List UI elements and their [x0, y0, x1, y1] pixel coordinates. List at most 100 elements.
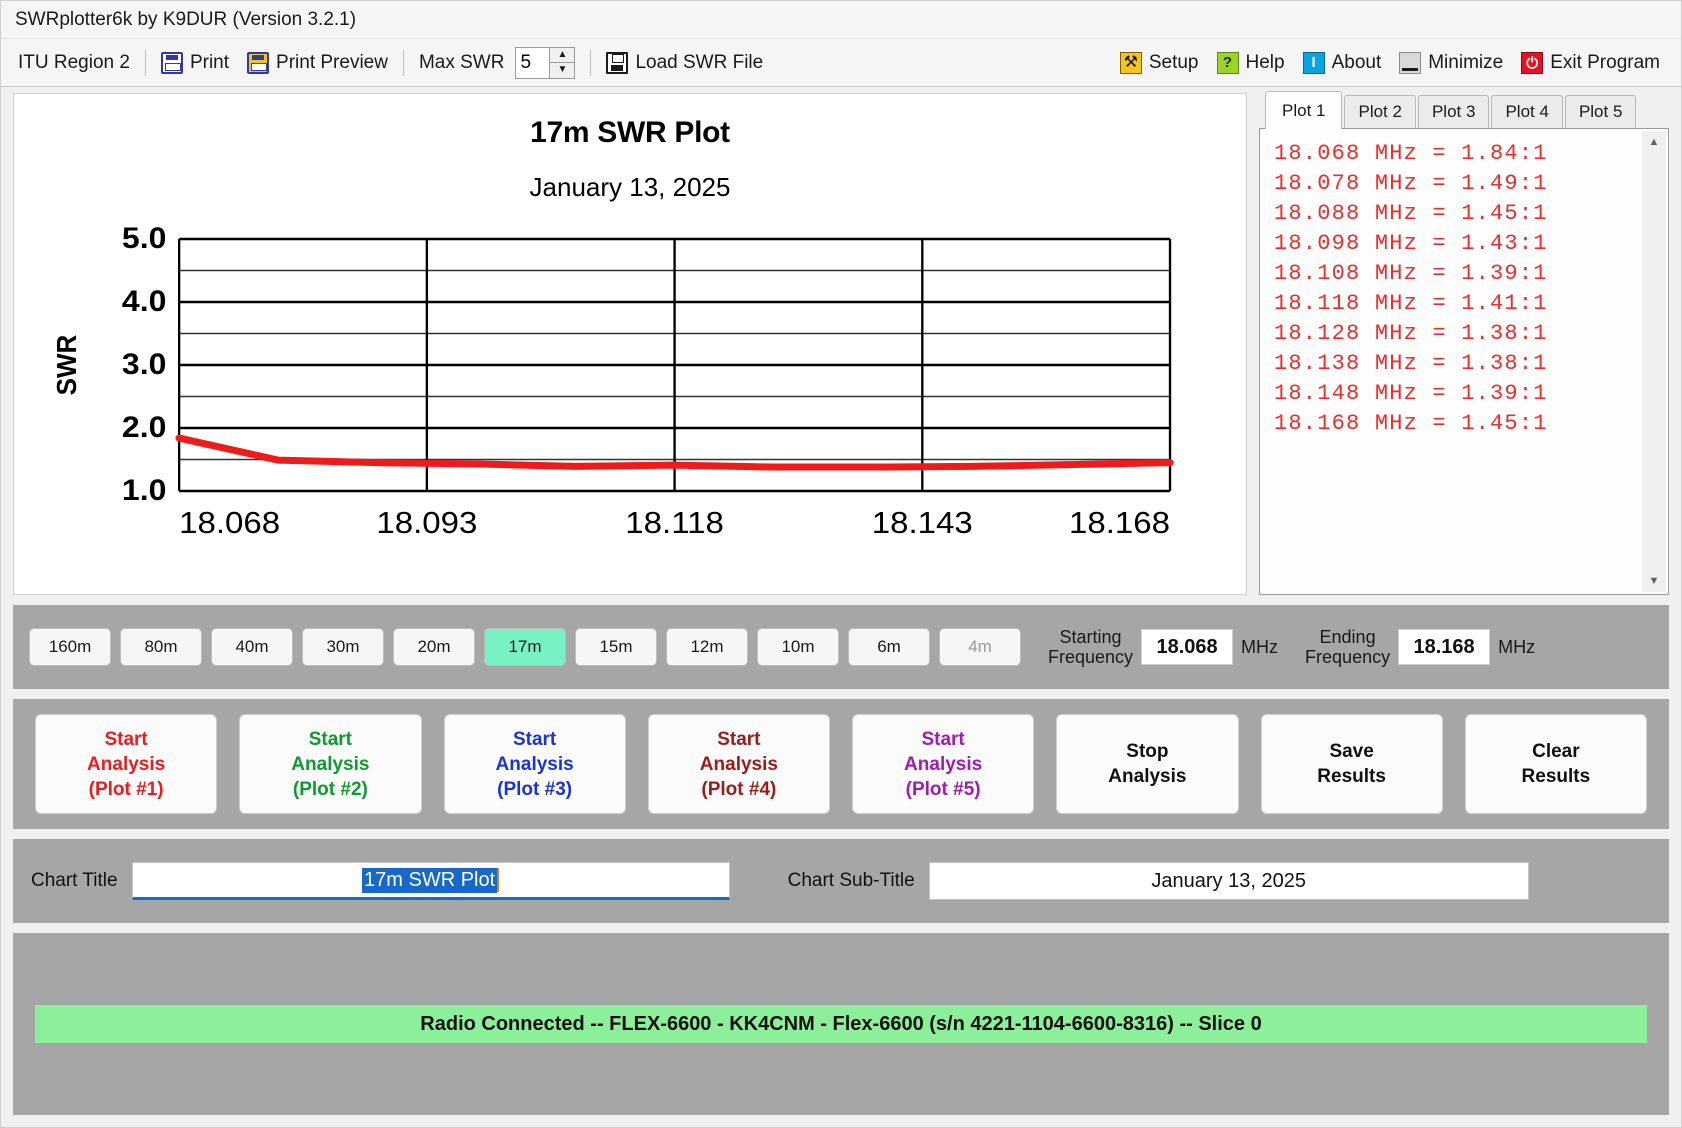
result-line: 18.118 MHz = 1.41:1	[1274, 291, 1548, 316]
plot-tab-4[interactable]: Plot 4	[1491, 95, 1563, 129]
band-button-6m[interactable]: 6m	[848, 628, 930, 666]
button-line: Analysis	[1108, 766, 1187, 787]
band-button-160m[interactable]: 160m	[29, 628, 111, 666]
results-list-box[interactable]: 18.068 MHz = 1.84:1 18.078 MHz = 1.49:1 18…	[1259, 128, 1669, 595]
plot-tab-2[interactable]: Plot 2	[1344, 95, 1416, 129]
help-button[interactable]: Help	[1208, 49, 1294, 77]
chart-xtick-label: 18.068	[179, 505, 280, 540]
chart-ytick-label: 5.0	[122, 221, 166, 255]
button-line: Save	[1329, 741, 1374, 762]
printer-icon	[160, 51, 183, 74]
max-swr-group: Max SWR ▲ ▼	[410, 44, 585, 82]
ending-frequency-input[interactable]: 18.168	[1398, 629, 1491, 665]
load-swr-file-button[interactable]: Load SWR File	[597, 49, 772, 77]
minimize-button[interactable]: Minimize	[1390, 49, 1512, 77]
max-swr-spin-buttons[interactable]: ▲ ▼	[549, 46, 576, 79]
chart-title-label: Chart Title	[31, 870, 118, 891]
start-analysis-plot-4-button[interactable]: Start Analysis (Plot #4)	[647, 714, 830, 814]
result-line: 18.128 MHz = 1.38:1	[1274, 321, 1548, 346]
start-analysis-plot-5-button[interactable]: Start Analysis (Plot #5)	[852, 714, 1035, 814]
button-line: Analysis	[87, 753, 166, 775]
button-line: Results	[1521, 766, 1591, 787]
chart-plot-area: 1.0 2.0 3.0 4.0 5.0 18.068 18.093 18.118 18.143 1…	[14, 221, 1186, 551]
exit-program-button[interactable]: Exit Program	[1512, 49, 1669, 77]
button-line: Start	[512, 728, 557, 750]
button-line: Stop	[1126, 741, 1169, 762]
chart-title: 17m SWR Plot	[530, 116, 730, 149]
ending-frequency-label: Ending Frequency	[1305, 627, 1390, 667]
main-content: 17m SWR Plot January 13, 2025 1.0 2.0 3.0 4…	[1, 87, 1681, 1127]
starting-frequency-label-line1: Starting	[1059, 627, 1122, 647]
button-line: Start	[308, 728, 353, 750]
band-button-10m[interactable]: 10m	[757, 628, 839, 666]
band-button-17m[interactable]: 17m	[484, 628, 566, 666]
start-analysis-plot-3-button[interactable]: Start Analysis (Plot #3)	[443, 714, 626, 814]
band-button-12m[interactable]: 12m	[666, 628, 748, 666]
chart-subtitle-label: Chart Sub-Title	[787, 870, 915, 891]
max-swr-input[interactable]	[515, 46, 550, 79]
result-line: 18.148 MHz = 1.39:1	[1274, 381, 1548, 406]
max-swr-stepper[interactable]: ▲ ▼	[515, 46, 576, 79]
band-button-40m[interactable]: 40m	[211, 628, 293, 666]
button-line: Clear	[1532, 741, 1580, 762]
starting-frequency-label: Starting Frequency	[1048, 627, 1133, 667]
plot-tab-1[interactable]: Plot 1	[1265, 91, 1343, 129]
results-scrollbar[interactable]: ▲ ▼	[1642, 131, 1666, 592]
help-label: Help	[1245, 51, 1285, 73]
band-button-80m[interactable]: 80m	[120, 628, 202, 666]
button-line: Start	[921, 728, 965, 750]
about-button[interactable]: About	[1294, 49, 1391, 77]
button-line: (Plot #4)	[701, 778, 777, 800]
about-label: About	[1331, 51, 1382, 73]
window-title-bar: SWRplotter6k by K9DUR (Version 3.2.1)	[1, 1, 1681, 39]
plot-tab-5[interactable]: Plot 5	[1564, 95, 1637, 129]
button-line: Analysis	[699, 753, 778, 775]
print-preview-button[interactable]: Print Preview	[238, 49, 397, 77]
save-results-button[interactable]: Save Results	[1260, 714, 1443, 814]
load-swr-file-label: Load SWR File	[635, 51, 764, 73]
chart-ylabel: SWR	[51, 335, 82, 396]
stop-analysis-button[interactable]: Stop Analysis	[1056, 714, 1239, 814]
scroll-up-icon[interactable]: ▲	[1643, 131, 1665, 153]
button-line: (Plot #1)	[88, 778, 164, 800]
text-caret	[497, 868, 500, 892]
result-line: 18.108 MHz = 1.39:1	[1274, 261, 1548, 286]
print-preview-label: Print Preview	[276, 51, 388, 73]
band-button-20m[interactable]: 20m	[393, 628, 475, 666]
scroll-down-icon[interactable]: ▼	[1643, 570, 1665, 592]
minimize-label: Minimize	[1428, 51, 1504, 73]
chart-title-input[interactable]: 17m SWR Plot	[131, 862, 730, 900]
minimize-icon	[1399, 51, 1422, 74]
button-line: (Plot #3)	[497, 778, 573, 800]
starting-frequency-label-line2: Frequency	[1048, 647, 1134, 667]
band-button-group: 160m 80m 40m 30m 20m 17m 15m 12m 10m 6m 4m	[29, 628, 1021, 666]
question-mark-icon	[1216, 51, 1239, 74]
chart-subtitle-input[interactable]: January 13, 2025	[928, 862, 1529, 900]
action-button-bar: Start Analysis (Plot #1) Start Analysis (Plot…	[13, 699, 1669, 829]
print-button[interactable]: Print	[152, 49, 238, 77]
band-button-15m[interactable]: 15m	[575, 628, 657, 666]
result-line: 18.068 MHz = 1.84:1	[1274, 141, 1548, 166]
exit-label: Exit Program	[1550, 51, 1660, 73]
starting-frequency-input[interactable]: 18.068	[1141, 629, 1234, 665]
button-line: (Plot #2)	[292, 778, 368, 800]
button-line: Analysis	[495, 753, 574, 775]
button-line: Results	[1317, 766, 1386, 787]
band-button-30m[interactable]: 30m	[302, 628, 384, 666]
ending-frequency-label-line1: Ending	[1319, 627, 1376, 647]
chart-ytick-label: 1.0	[122, 473, 166, 507]
itu-region-label: ITU Region 2	[18, 51, 130, 73]
start-analysis-plot-2-button[interactable]: Start Analysis (Plot #2)	[239, 714, 422, 814]
plot-tab-3[interactable]: Plot 3	[1417, 95, 1490, 129]
band-button-4m: 4m	[939, 628, 1021, 666]
clear-results-button[interactable]: Clear Results	[1464, 714, 1647, 814]
spin-up-icon[interactable]: ▲	[549, 46, 576, 62]
spin-down-icon[interactable]: ▼	[549, 62, 576, 79]
setup-button[interactable]: Setup	[1111, 49, 1208, 77]
menu-itu-region[interactable]: ITU Region 2	[9, 49, 139, 77]
results-list: 18.068 MHz = 1.84:1 18.078 MHz = 1.49:1 18…	[1260, 129, 1668, 439]
start-analysis-plot-1-button[interactable]: Start Analysis (Plot #1)	[35, 714, 218, 814]
window-title: SWRplotter6k by K9DUR (Version 3.2.1)	[15, 8, 357, 30]
results-panel: Plot 1 Plot 2 Plot 3 Plot 4 Plot 5 18.068 MH…	[1259, 91, 1669, 595]
plot-tab-bar: Plot 1 Plot 2 Plot 3 Plot 4 Plot 5	[1259, 91, 1669, 129]
